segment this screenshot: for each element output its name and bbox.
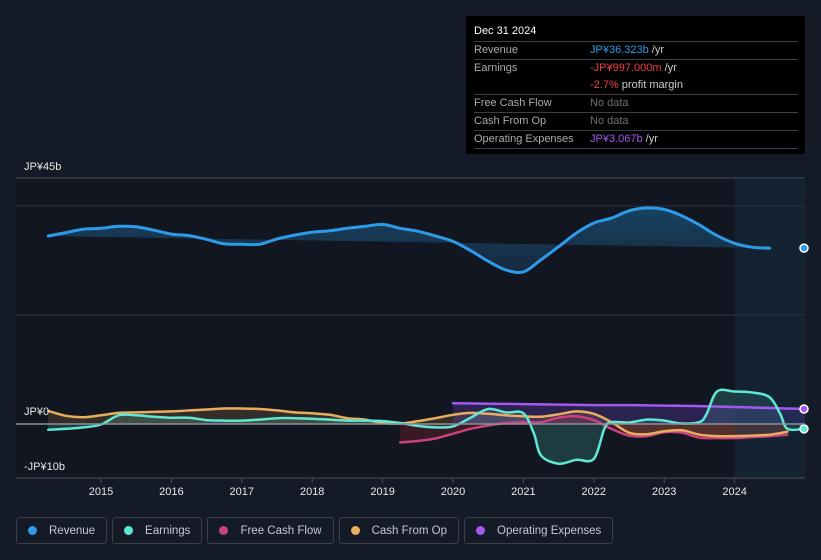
tooltip-panel: Dec 31 2024 Revenue JP¥36.323b /yr Earni… bbox=[466, 16, 805, 154]
x-tick-label: 2022 bbox=[582, 486, 606, 498]
x-tick-label: 2015 bbox=[89, 486, 113, 498]
legend-item-cash-from-op[interactable]: Cash From Op bbox=[338, 517, 460, 544]
y-tick-label: JP¥0 bbox=[24, 406, 49, 418]
legend-item-earnings[interactable]: Earnings bbox=[112, 517, 203, 544]
x-tick-label: 2018 bbox=[300, 486, 324, 498]
tooltip-row-operating-expenses: Operating Expenses JP¥3.067b /yr bbox=[474, 131, 798, 149]
legend-item-operating-expenses[interactable]: Operating Expenses bbox=[464, 517, 614, 544]
tooltip-unit: /yr bbox=[661, 62, 677, 74]
x-tick-label: 2020 bbox=[441, 486, 465, 498]
legend-item-free-cash-flow[interactable]: Free Cash Flow bbox=[207, 517, 334, 544]
tooltip-label: Operating Expenses bbox=[474, 133, 574, 145]
legend-item-revenue[interactable]: Revenue bbox=[16, 517, 108, 544]
tooltip-label: Revenue bbox=[474, 44, 519, 56]
tooltip-label: Earnings bbox=[474, 62, 518, 74]
tooltip-row-revenue: Revenue JP¥36.323b /yr bbox=[474, 42, 798, 60]
legend-label: Revenue bbox=[49, 524, 96, 537]
tooltip-value: -2.7% bbox=[590, 79, 619, 91]
tooltip-unit: profit margin bbox=[618, 79, 683, 91]
tooltip-value: No data bbox=[590, 97, 629, 109]
legend-dot-icon bbox=[350, 526, 360, 535]
chart-legend: Revenue Earnings Free Cash Flow Cash Fro… bbox=[16, 517, 614, 544]
x-tick-label: 2019 bbox=[370, 486, 394, 498]
tooltip-label bbox=[474, 77, 590, 94]
x-tick-label: 2017 bbox=[230, 486, 254, 498]
legend-label: Earnings bbox=[145, 524, 191, 537]
tooltip-row-profit-margin: -2.7% profit margin bbox=[474, 77, 798, 95]
tooltip-unit: /yr bbox=[648, 44, 664, 56]
x-tick-label: 2024 bbox=[722, 486, 746, 498]
legend-label: Free Cash Flow bbox=[240, 524, 322, 537]
tooltip-value: -JP¥997.000m bbox=[590, 62, 662, 74]
tooltip-label: Cash From Op bbox=[474, 115, 547, 127]
tooltip-value: No data bbox=[590, 115, 629, 127]
tooltip-row-cash-from-op: Cash From Op No data bbox=[474, 113, 798, 131]
legend-label: Operating Expenses bbox=[497, 524, 602, 537]
legend-dot-icon bbox=[28, 526, 37, 535]
tooltip-unit: /yr bbox=[642, 133, 658, 145]
tooltip-row-earnings: Earnings -JP¥997.000m /yr bbox=[474, 60, 798, 77]
end-marker-revenue bbox=[799, 243, 809, 253]
legend-dot-icon bbox=[476, 526, 486, 535]
tooltip-value: JP¥36.323b bbox=[590, 44, 649, 56]
end-marker-operating-expenses bbox=[799, 404, 809, 414]
legend-dot-icon bbox=[124, 526, 134, 535]
tooltip-label: Free Cash Flow bbox=[474, 97, 552, 109]
y-tick-label: JP¥45b bbox=[24, 161, 61, 173]
legend-label: Cash From Op bbox=[371, 524, 448, 537]
x-tick-label: 2016 bbox=[159, 486, 183, 498]
x-tick-label: 2021 bbox=[511, 486, 535, 498]
y-tick-label: -JP¥10b bbox=[24, 461, 65, 473]
tooltip-date: Dec 31 2024 bbox=[474, 24, 798, 42]
x-tick-label: 2023 bbox=[652, 486, 676, 498]
tooltip-value: JP¥3.067b bbox=[590, 133, 643, 145]
end-marker-earnings bbox=[799, 424, 809, 434]
legend-dot-icon bbox=[219, 526, 229, 535]
tooltip-row-free-cash-flow: Free Cash Flow No data bbox=[474, 95, 798, 113]
forecast-shade bbox=[734, 178, 805, 478]
